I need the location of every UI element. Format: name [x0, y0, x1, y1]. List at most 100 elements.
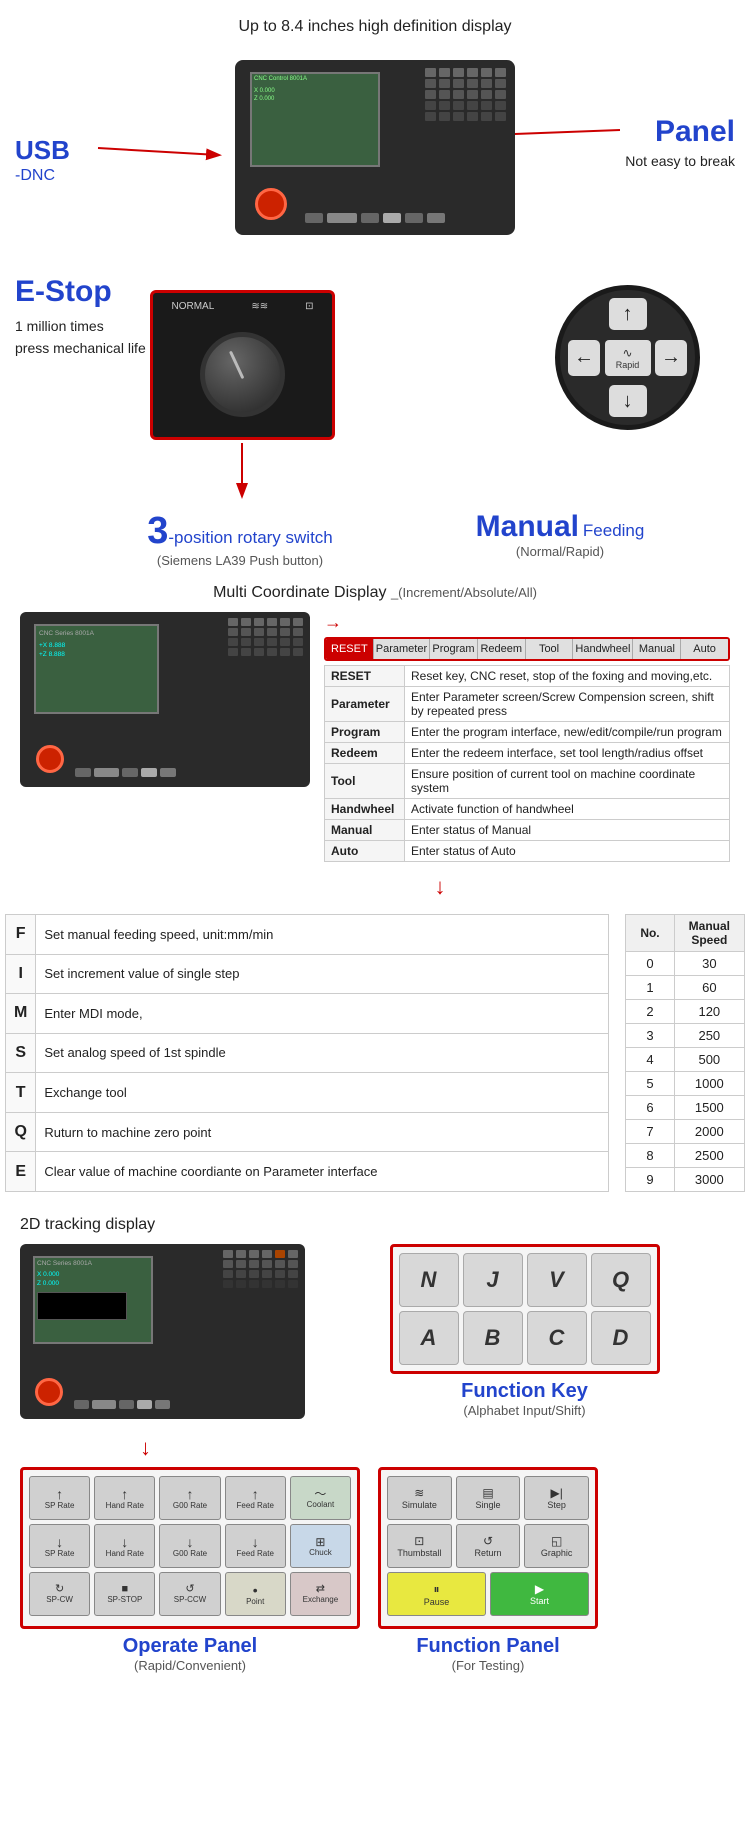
- menu-parameter[interactable]: Parameter: [374, 639, 430, 659]
- table-row: M Enter MDI mode,: [6, 994, 609, 1034]
- rapid-center: ∿ Rapid: [605, 340, 651, 376]
- menu-program[interactable]: Program: [430, 639, 478, 659]
- table-row: Auto Enter status of Auto: [325, 841, 730, 862]
- operate-panel-caption: Operate Panel: [20, 1635, 360, 1658]
- val-t: Exchange tool: [36, 1073, 609, 1113]
- estop-sub1: 1 million times: [15, 318, 104, 334]
- op-sp-stop[interactable]: ■ SP-STOP: [94, 1572, 155, 1616]
- desc-key: Auto: [325, 841, 405, 862]
- manual-caption: Manual Feeding: [400, 510, 720, 544]
- op-sp-rate-up[interactable]: ↑ SP Rate: [29, 1476, 90, 1520]
- rotary-dial[interactable]: [200, 332, 285, 417]
- op-hand-rate-up[interactable]: ↑ Hand Rate: [94, 1476, 155, 1520]
- funckey-v[interactable]: V: [527, 1253, 587, 1307]
- panel-label: Panel: [655, 115, 735, 149]
- estop-button-1[interactable]: [255, 188, 287, 220]
- op-exchange[interactable]: ⇄ Exchange: [290, 1572, 351, 1616]
- op-g00-rate-down[interactable]: ↓ G00 Rate: [159, 1524, 220, 1568]
- estop-subtitle: 1 million times press mechanical life: [15, 315, 146, 360]
- funckey-a[interactable]: A: [399, 1311, 459, 1365]
- menu-handwheel[interactable]: Handwheel: [573, 639, 633, 659]
- op-feed-rate-down[interactable]: ↓ Feed Rate: [225, 1524, 286, 1568]
- table-row: 2120: [626, 1000, 745, 1024]
- fp-simulate[interactable]: ≋ Simulate: [387, 1476, 452, 1520]
- op-sp-ccw[interactable]: ↺ SP-CCW: [159, 1572, 220, 1616]
- table-row: 030: [626, 952, 745, 976]
- table-row: E Clear value of machine coordiante on P…: [6, 1152, 609, 1192]
- speed-header-manual: ManualSpeed: [674, 915, 744, 952]
- speed-table: No. ManualSpeed 030 160 2120 3250 4500 5…: [625, 914, 745, 1192]
- estop-button-2[interactable]: [36, 745, 64, 773]
- rotary-switch: NORMAL ≋≋ ⊡: [150, 290, 335, 440]
- fp-row-2: ⊡ Thumbstall ↺ Return ◱ Graphic: [387, 1524, 589, 1568]
- fp-step[interactable]: ▶| Step: [524, 1476, 589, 1520]
- speed-header-no: No.: [626, 915, 674, 952]
- fp-graphic[interactable]: ◱ Graphic: [524, 1524, 589, 1568]
- val-e: Clear value of machine coordiante on Par…: [36, 1152, 609, 1192]
- fimstqe-section: F Set manual feeding speed, unit:mm/min …: [5, 904, 745, 1202]
- op-row-2: ↓ SP Rate ↓ Hand Rate ↓ G00 Rate ↓ Feed …: [29, 1524, 351, 1568]
- table-row: Manual Enter status of Manual: [325, 820, 730, 841]
- table-row: 72000: [626, 1120, 745, 1144]
- top-annotation-text: Up to 8.4 inches high definition display: [238, 18, 511, 35]
- fp-start[interactable]: ▶ Start: [490, 1572, 589, 1616]
- op-point[interactable]: • Point: [225, 1572, 286, 1616]
- machine-section-1: USB -DNC Panel Not easy to break CNC Con…: [0, 40, 750, 260]
- fp-single[interactable]: ▤ Single: [456, 1476, 521, 1520]
- desc-key: RESET: [325, 666, 405, 687]
- cnc-machine-3: CNC Series 8001A X 0.000 Z 0.000: [20, 1244, 305, 1419]
- table-row: T Exchange tool: [6, 1073, 609, 1113]
- desc-value: Enter Parameter screen/Screw Compension …: [405, 687, 730, 722]
- key-f: F: [6, 915, 36, 955]
- menu-desc-table: RESET Reset key, CNC reset, stop of the …: [324, 665, 730, 862]
- manual-subcaption: (Normal/Rapid): [400, 544, 720, 559]
- fp-thumbstall[interactable]: ⊡ Thumbstall: [387, 1524, 452, 1568]
- function-panel-title: Function Panel: [416, 1635, 559, 1657]
- op-sp-rate-down[interactable]: ↓ SP Rate: [29, 1524, 90, 1568]
- desc-value: Reset key, CNC reset, stop of the foxing…: [405, 666, 730, 687]
- menu-manual[interactable]: Manual: [633, 639, 681, 659]
- rotary-label-normal: NORMAL: [172, 301, 215, 312]
- fp-row-3: ⏸ Pause ▶ Start: [387, 1572, 589, 1616]
- menu-reset[interactable]: RESET: [326, 639, 374, 659]
- key-q: Q: [6, 1112, 36, 1152]
- cnc-machine-1: CNC Control 8001A X 0.000 Z 0.000: [235, 60, 515, 235]
- fp-pause[interactable]: ⏸ Pause: [387, 1572, 486, 1616]
- rotary-caption-text: -position rotary switch: [168, 528, 332, 547]
- funckey-grid: N J V Q A B C D: [390, 1244, 660, 1374]
- down-arrow-2: ↓: [140, 1435, 730, 1461]
- op-g00-rate-up[interactable]: ↑ G00 Rate: [159, 1476, 220, 1520]
- funckey-n[interactable]: N: [399, 1253, 459, 1307]
- key-s: S: [6, 1033, 36, 1073]
- op-hand-rate-down[interactable]: ↓ Hand Rate: [94, 1524, 155, 1568]
- table-row: 51000: [626, 1072, 745, 1096]
- funckey-q[interactable]: Q: [591, 1253, 651, 1307]
- estop-button-3[interactable]: [35, 1378, 63, 1406]
- cnc-screen-1: CNC Control 8001A X 0.000 Z 0.000: [250, 72, 380, 167]
- table-row: Q Ruturn to machine zero point: [6, 1112, 609, 1152]
- usb-label: USB: [15, 135, 70, 166]
- function-panel-sub: (For Testing): [378, 1658, 598, 1673]
- desc-value: Enter status of Auto: [405, 841, 730, 862]
- op-feed-rate-up[interactable]: ↑ Feed Rate: [225, 1476, 286, 1520]
- op-sp-cw[interactable]: ↻ SP-CW: [29, 1572, 90, 1616]
- funckey-j[interactable]: J: [463, 1253, 523, 1307]
- funckey-b[interactable]: B: [463, 1311, 523, 1365]
- key-e: E: [6, 1152, 36, 1192]
- manual-feeding-circle: ↑ ← → ↓ ∿ Rapid: [555, 285, 700, 430]
- fp-row-1: ≋ Simulate ▤ Single ▶| Step: [387, 1476, 589, 1520]
- menu-redeem[interactable]: Redeem: [478, 639, 526, 659]
- table-row: Redeem Enter the redeem interface, set t…: [325, 743, 730, 764]
- manual-text: Feeding: [583, 521, 644, 540]
- desc-key: Program: [325, 722, 405, 743]
- desc-key: Parameter: [325, 687, 405, 722]
- desc-value: Enter the program interface, new/edit/co…: [405, 722, 730, 743]
- funckey-c[interactable]: C: [527, 1311, 587, 1365]
- op-chuck[interactable]: ⊞ Chuck: [290, 1524, 351, 1568]
- menu-auto[interactable]: Auto: [681, 639, 728, 659]
- menu-tool[interactable]: Tool: [526, 639, 574, 659]
- fp-return[interactable]: ↺ Return: [456, 1524, 521, 1568]
- funckey-d[interactable]: D: [591, 1311, 651, 1365]
- op-coolant[interactable]: 〜 Coolant: [290, 1476, 351, 1520]
- val-f: Set manual feeding speed, unit:mm/min: [36, 915, 609, 955]
